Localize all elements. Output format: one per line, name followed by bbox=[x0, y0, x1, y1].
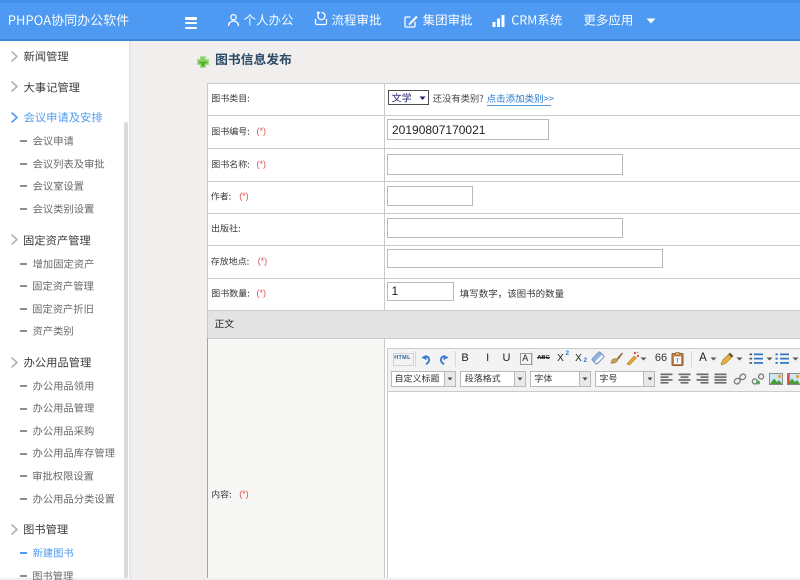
svg-text:T: T bbox=[676, 357, 680, 364]
